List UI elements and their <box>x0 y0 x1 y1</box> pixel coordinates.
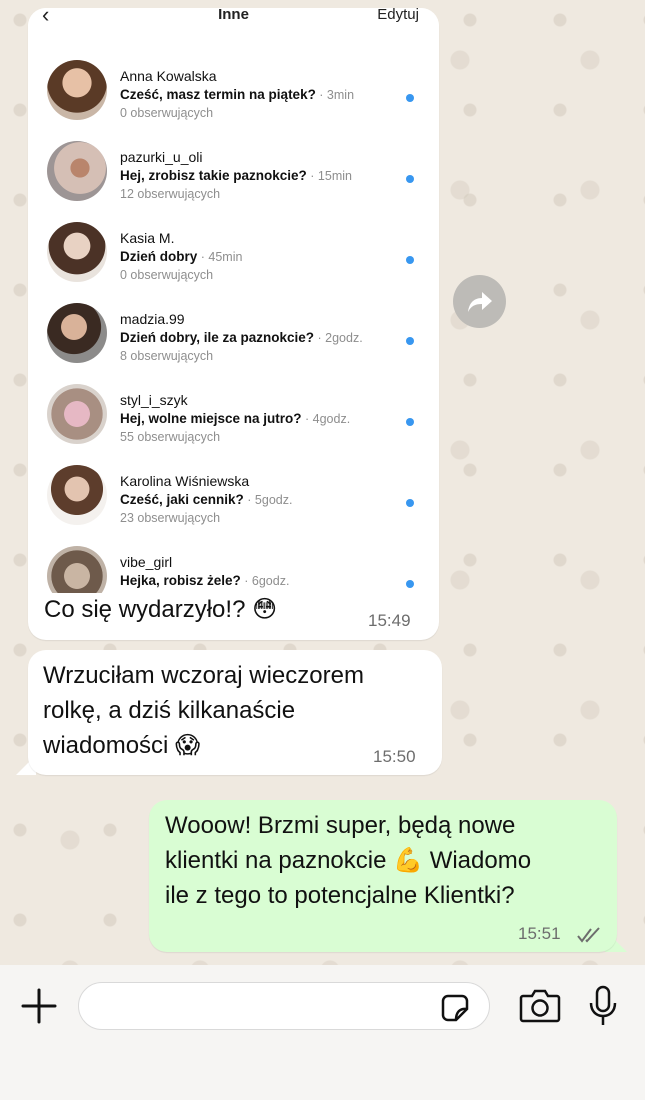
message-age: · 3min <box>315 88 355 102</box>
image-caption: Co się wydarzyło!? 😳 <box>44 595 278 623</box>
sender-name: Anna Kowalska <box>120 68 217 84</box>
instagram-message-row: pazurki_u_oli Hej, zrobisz takie paznokci… <box>28 141 439 222</box>
flexed-biceps-emoji: 💪 <box>393 846 424 874</box>
follower-count: 0 obserwujących <box>120 268 214 282</box>
message-line: rolkę, a dziś kilkanaście <box>43 697 296 724</box>
avatar <box>47 222 107 282</box>
forward-button[interactable] <box>453 275 506 328</box>
sender-name: styl_i_szyk <box>120 392 188 408</box>
unread-dot <box>406 580 414 588</box>
follower-count: 12 obserwujących <box>120 187 221 201</box>
avatar <box>47 465 107 525</box>
flushed-face-emoji: 😳 <box>252 595 278 623</box>
message-time: 15:49 <box>368 611 411 630</box>
instagram-screenshot-image[interactable]: ‹ Inne Edytuj Anna Kowalska Cześć, masz t… <box>28 8 439 593</box>
message-line: wiadomości 😱 <box>43 731 201 759</box>
message-time: 15:50 <box>373 747 416 766</box>
unread-dot <box>406 499 414 507</box>
message-age: · 15min <box>306 169 352 183</box>
avatar <box>47 141 107 201</box>
plus-icon[interactable] <box>20 987 58 1025</box>
unread-dot <box>406 337 414 345</box>
message-line: Wrzuciłam wczoraj wieczorem <box>43 662 364 689</box>
message-preview: Dzień dobry, ile za paznokcie? · 2godz. <box>120 330 363 345</box>
instagram-edit-label: Edytuj <box>377 8 419 23</box>
instagram-message-row: Karolina Wiśniewska Cześć, jaki cennik? ·… <box>28 465 439 546</box>
follower-count: 23 obserwujących <box>120 511 221 525</box>
message-preview: Cześć, jaki cennik? · 5godz. <box>120 492 293 507</box>
message-line: ile z tego to potencjalne Klientki? <box>165 882 515 909</box>
sticker-icon[interactable] <box>440 993 470 1023</box>
message-preview: Hej, zrobisz takie paznokcie? · 15min <box>120 168 352 183</box>
image-message-bubble[interactable]: ‹ Inne Edytuj Anna Kowalska Cześć, masz t… <box>28 8 439 640</box>
avatar <box>47 303 107 363</box>
unread-dot <box>406 175 414 183</box>
double-check-icon <box>577 927 600 943</box>
instagram-message-row: vibe_girl Hejka, robisz żele? · 6godz. <box>28 546 439 593</box>
message-preview: Dzień dobry · 45min <box>120 249 243 264</box>
avatar <box>47 384 107 444</box>
message-line: klientki na paznokcie 💪 Wiadomo <box>165 846 532 874</box>
sender-name: Kasia M. <box>120 230 175 246</box>
avatar <box>47 60 107 120</box>
message-input[interactable] <box>78 982 490 1030</box>
unread-dot <box>406 256 414 264</box>
message-time: 15:51 <box>518 924 561 943</box>
sender-name: pazurki_u_oli <box>120 149 203 165</box>
message-age: · 5godz. <box>243 493 293 507</box>
sender-name: madzia.99 <box>120 311 185 327</box>
instagram-message-row: Anna Kowalska Cześć, masz termin na piąte… <box>28 60 439 141</box>
message-preview: Hej, wolne miejsce na jutro? · 4godz. <box>120 411 351 426</box>
message-preview: Cześć, masz termin na piątek? · 3min <box>120 87 355 102</box>
camera-icon[interactable] <box>519 987 561 1023</box>
message-age: · 6godz. <box>240 574 290 588</box>
sender-name: vibe_girl <box>120 554 173 570</box>
message-age: · 2godz. <box>314 331 363 345</box>
message-line: Wooow! Brzmi super, będą nowe <box>165 812 516 839</box>
message-age: · 45min <box>197 250 243 264</box>
instagram-message-list: Anna Kowalska Cześć, masz termin na piąte… <box>28 60 439 593</box>
instagram-message-row: madzia.99 Dzień dobry, ile za paznokcie? … <box>28 303 439 384</box>
unread-dot <box>406 94 414 102</box>
outgoing-message-bubble[interactable]: Wooow! Brzmi super, będą nowe klientki n… <box>149 800 617 952</box>
instagram-message-row: Kasia M. Dzień dobry · 45min 0 obserwujący… <box>28 222 439 303</box>
unread-dot <box>406 418 414 426</box>
message-preview: Hejka, robisz żele? · 6godz. <box>120 573 290 588</box>
forward-arrow-icon <box>467 291 492 312</box>
follower-count: 8 obserwujących <box>120 349 214 363</box>
follower-count: 55 obserwujących <box>120 430 221 444</box>
avatar <box>47 546 107 593</box>
sender-name: Karolina Wiśniewska <box>120 473 250 489</box>
incoming-message-bubble[interactable]: Wrzuciłam wczoraj wieczorem rolkę, a dzi… <box>28 650 442 775</box>
message-input-bar <box>0 965 645 1100</box>
message-age: · 4godz. <box>301 412 351 426</box>
screaming-face-emoji: 😱 <box>175 731 201 759</box>
follower-count: 0 obserwujących <box>120 106 214 120</box>
instagram-message-row: styl_i_szyk Hej, wolne miejsce na jutro? … <box>28 384 439 465</box>
instagram-header: ‹ Inne Edytuj <box>28 8 439 32</box>
microphone-icon[interactable] <box>588 985 618 1027</box>
